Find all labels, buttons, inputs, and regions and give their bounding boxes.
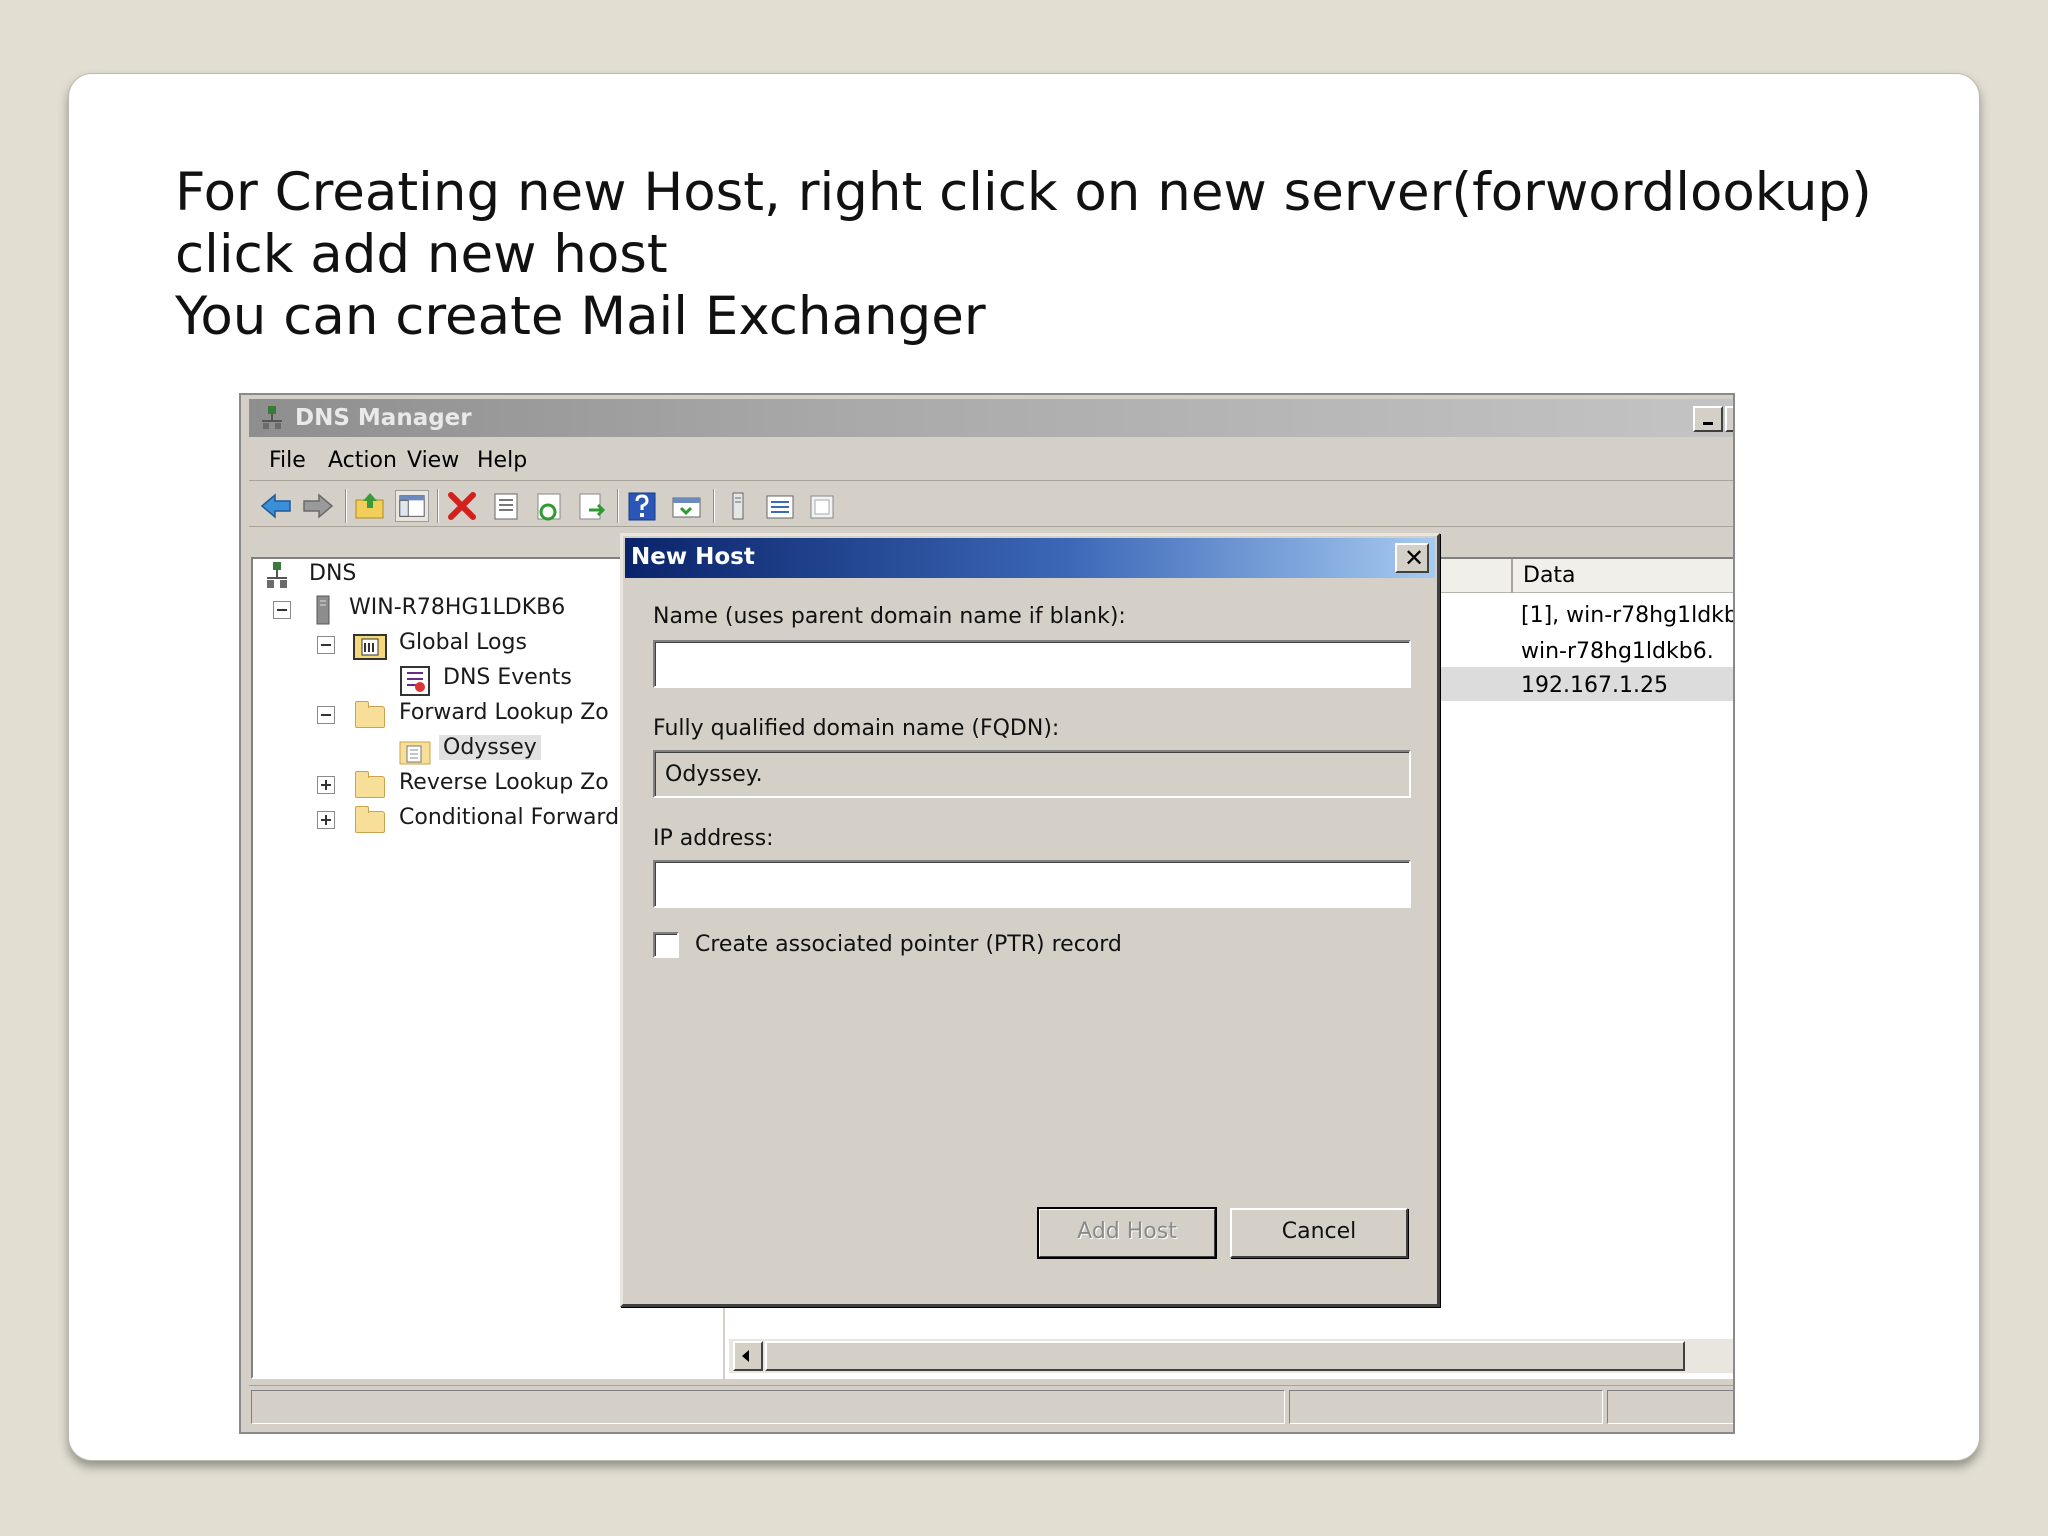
expand-toggle[interactable] — [317, 776, 335, 794]
close-button[interactable]: ✕ — [1395, 543, 1429, 573]
slide-instructions: For Creating new Host, right click on ne… — [175, 162, 1935, 348]
cancel-button[interactable]: Cancel — [1230, 1208, 1408, 1258]
server-icon[interactable] — [721, 490, 755, 522]
tree-label: DNS Events — [443, 665, 572, 690]
status-bar — [249, 1385, 1733, 1427]
expand-toggle[interactable] — [317, 811, 335, 829]
record-data-cell[interactable]: win-r78hg1ldkb6. — [1521, 639, 1714, 664]
minimize-button[interactable] — [1693, 406, 1723, 432]
collapse-toggle[interactable] — [317, 636, 335, 654]
toolbar-separator — [345, 489, 347, 523]
folder-icon — [355, 806, 385, 833]
tree-label: Odyssey — [439, 735, 541, 760]
properties-icon[interactable] — [489, 490, 523, 522]
close-icon: ✕ — [1404, 544, 1425, 572]
new-host-dialog: New Host ✕ Name (uses parent domain name… — [620, 533, 1440, 1307]
toolbar-separator — [437, 489, 439, 523]
console-icon[interactable] — [669, 490, 703, 522]
collapse-toggle[interactable] — [273, 601, 291, 619]
maximize-button[interactable] — [1725, 406, 1733, 432]
fqdn-label: Fully qualified domain name (FQDN): — [653, 716, 1060, 741]
status-cell — [251, 1390, 1285, 1424]
ptr-record-checkbox[interactable] — [653, 932, 679, 958]
dns-server-icon — [267, 562, 287, 588]
window-titlebar: DNS Manager — [249, 399, 1733, 437]
tree-label: Conditional Forward — [399, 805, 620, 830]
name-input[interactable] — [653, 640, 1411, 688]
toolbar — [249, 483, 1733, 527]
help-icon[interactable] — [625, 490, 659, 522]
toolbar-separator — [713, 489, 715, 523]
menu-bar: File Action View Help — [249, 439, 1733, 481]
status-cell — [1289, 1390, 1603, 1424]
list-view-icon[interactable] — [763, 490, 797, 522]
toolbar-separator — [617, 489, 619, 523]
horizontal-scrollbar[interactable] — [729, 1339, 1733, 1373]
event-log-folder-icon — [353, 634, 387, 660]
dns-server-icon — [262, 406, 282, 429]
ip-address-label: IP address: — [653, 826, 774, 851]
column-header-data[interactable]: Data — [1511, 559, 1733, 593]
scroll-thumb[interactable] — [765, 1341, 1685, 1371]
menu-help[interactable]: Help — [477, 448, 527, 473]
refresh-icon[interactable] — [533, 490, 567, 522]
tree-label: Global Logs — [399, 630, 527, 655]
up-folder-icon[interactable] — [353, 490, 387, 522]
folder-icon — [355, 701, 385, 728]
tree-label: Reverse Lookup Zo — [399, 770, 609, 795]
tree-label: WIN-R78HG1LDKB6 — [349, 595, 566, 620]
back-arrow-icon[interactable] — [259, 490, 293, 522]
tree-label: Forward Lookup Zo — [399, 700, 609, 725]
scroll-left-button[interactable] — [733, 1341, 763, 1371]
filter-icon[interactable] — [805, 490, 839, 522]
fqdn-field — [653, 750, 1411, 798]
dialog-titlebar: New Host ✕ — [625, 538, 1435, 578]
dialog-title: New Host — [631, 544, 755, 570]
collapse-toggle[interactable] — [317, 706, 335, 724]
add-host-button[interactable]: Add Host — [1037, 1207, 1217, 1259]
record-data-cell[interactable]: [1], win-r78hg1ldkb — [1521, 603, 1733, 628]
event-viewer-icon — [400, 666, 430, 696]
menu-view[interactable]: View — [407, 448, 459, 473]
delete-icon[interactable] — [445, 490, 479, 522]
menu-file[interactable]: File — [269, 448, 306, 473]
name-label: Name (uses parent domain name if blank): — [653, 604, 1126, 629]
instruction-line: For Creating new Host, right click on ne… — [175, 162, 1872, 223]
instruction-line: click add new host — [175, 224, 668, 285]
record-data-cell[interactable]: 192.167.1.25 — [1521, 673, 1668, 698]
status-cell — [1607, 1390, 1733, 1424]
export-list-icon[interactable] — [575, 490, 609, 522]
menu-action[interactable]: Action — [328, 448, 397, 473]
dns-manager-window: DNS Manager File Action View Help DNS WI… — [239, 393, 1735, 1434]
server-icon — [316, 595, 330, 625]
window-title: DNS Manager — [295, 405, 472, 431]
instruction-line: You can create Mail Exchanger — [175, 286, 986, 347]
zone-icon — [399, 741, 431, 765]
ip-address-input[interactable] — [653, 860, 1411, 908]
ptr-record-label[interactable]: Create associated pointer (PTR) record — [695, 932, 1122, 957]
show-hide-tree-icon[interactable] — [395, 490, 429, 522]
tree-label: DNS — [309, 561, 357, 586]
forward-arrow-icon[interactable] — [301, 490, 335, 522]
folder-icon — [355, 771, 385, 798]
